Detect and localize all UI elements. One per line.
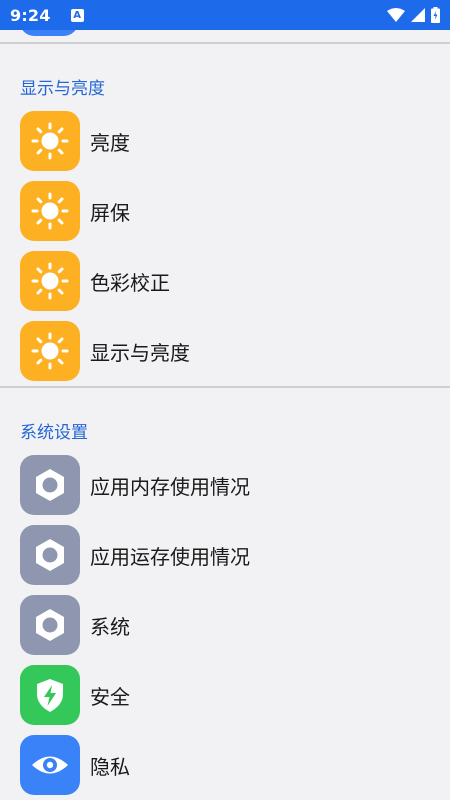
- settings-item-app-memory[interactable]: 应用运存使用情况: [0, 520, 450, 590]
- a-notification-icon: A: [70, 8, 84, 22]
- status-time: 9:24: [10, 5, 51, 25]
- sun-icon: [20, 111, 80, 171]
- settings-item-app-storage[interactable]: 应用内存使用情况: [0, 450, 450, 520]
- settings-item-security[interactable]: 安全: [0, 660, 450, 730]
- settings-item-label: 隐私: [90, 754, 130, 779]
- section-header-display: 显示与亮度: [20, 79, 105, 99]
- settings-item-brightness[interactable]: 亮度: [0, 106, 450, 176]
- sun-icon: [20, 251, 80, 311]
- settings-item-label: 显示与亮度: [90, 340, 190, 365]
- settings-item-label: 屏保: [90, 200, 130, 225]
- section-header-system: 系统设置: [20, 423, 88, 443]
- battery-charging-icon: [431, 7, 440, 23]
- wifi-icon: [387, 8, 405, 22]
- settings-item-screensaver[interactable]: 屏保: [0, 176, 450, 246]
- sun-icon: [20, 321, 80, 381]
- settings-item-system[interactable]: 系统: [0, 590, 450, 660]
- settings-item-display-brightness[interactable]: 显示与亮度: [0, 316, 450, 386]
- hex-nut-icon: [20, 525, 80, 585]
- settings-item-label: 安全: [90, 684, 130, 709]
- settings-item-label: 应用内存使用情况: [90, 474, 250, 499]
- cell-signal-icon: [411, 8, 425, 22]
- divider: [0, 386, 450, 388]
- hex-nut-icon: [20, 455, 80, 515]
- sun-icon: [20, 181, 80, 241]
- status-bar: 9:24 A: [0, 0, 450, 30]
- status-icons: [387, 7, 440, 23]
- settings-item-label: 色彩校正: [90, 270, 170, 295]
- divider: [0, 42, 450, 44]
- partial-tile-icon: [20, 30, 78, 36]
- settings-list[interactable]: 显示与亮度 亮度 屏保 色彩校正 显示与亮度 系统设置 应用内存使用情况 应用运…: [0, 30, 450, 800]
- settings-item-label: 亮度: [90, 130, 130, 155]
- settings-item-label: 应用运存使用情况: [90, 544, 250, 569]
- eye-icon: [20, 735, 80, 795]
- shield-icon: [20, 665, 80, 725]
- settings-item-color-correction[interactable]: 色彩校正: [0, 246, 450, 316]
- settings-item-label: 系统: [90, 614, 130, 639]
- settings-item-privacy[interactable]: 隐私: [0, 730, 450, 800]
- hex-nut-icon: [20, 595, 80, 655]
